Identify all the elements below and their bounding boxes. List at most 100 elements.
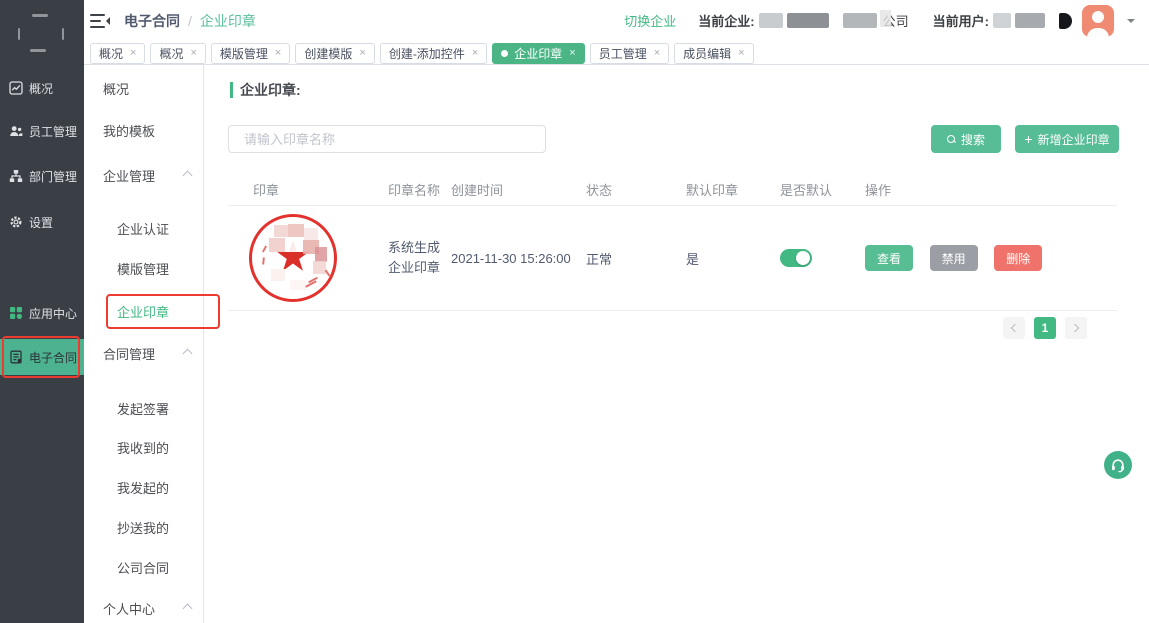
col-header-default-seal: 默认印章: [686, 180, 780, 199]
redacted-company-name: [759, 13, 783, 28]
seal-name-search-input[interactable]: [228, 125, 546, 153]
next-page-button[interactable]: [1065, 317, 1087, 339]
disable-button[interactable]: 禁用: [930, 245, 978, 271]
secondary-sidebar: 概况 我的模板 企业管理 企业认证 模版管理 企业印章 合同管理 发起签署 我收…: [84, 65, 204, 623]
tab-template-management[interactable]: 模版管理×: [211, 43, 290, 64]
seal-table: 印章 印章名称 创建时间 状态 默认印章 是否默认 操作 ★: [228, 174, 1117, 311]
tab-create-template[interactable]: 创建模版×: [295, 43, 374, 64]
submenu-enterprise-certification[interactable]: 企业认证: [117, 218, 169, 238]
col-header-actions: 操作: [865, 180, 1117, 199]
add-enterprise-seal-button[interactable]: + 新增企业印章: [1015, 125, 1119, 153]
tab-employee-management[interactable]: 员工管理×: [590, 43, 669, 64]
breadcrumb-root[interactable]: 电子合同: [124, 11, 180, 31]
submenu-company-contracts[interactable]: 公司合同: [117, 557, 169, 577]
main-content: 企业印章: 搜索 + 新增企业印章 印章 印章名称 创建时间 状态 默认印章 是…: [204, 65, 1149, 623]
delete-button[interactable]: 删除: [994, 245, 1042, 271]
close-icon[interactable]: ×: [654, 48, 660, 59]
sidebar-item-overview[interactable]: 概况: [0, 78, 84, 98]
user-avatar[interactable]: [1082, 5, 1114, 37]
current-company-label: 当前企业:: [698, 11, 754, 30]
chevron-up-icon[interactable]: [183, 604, 193, 614]
col-header-seal: 印章: [228, 180, 388, 199]
close-icon[interactable]: ×: [190, 48, 196, 59]
submenu-personal-center[interactable]: 个人中心: [103, 598, 155, 618]
pagination: 1: [1003, 317, 1087, 339]
customer-service-fab[interactable]: [1104, 451, 1132, 479]
current-user: 当前用户:: [933, 5, 1135, 37]
sidebar-item-label: 设置: [29, 214, 53, 231]
sidebar-item-employees[interactable]: 员工管理: [0, 121, 84, 141]
tab-create-add-widget[interactable]: 创建-添加控件×: [380, 43, 487, 64]
top-navbar: 电子合同 / 企业印章 切换企业 当前企业: 公司 当前用户:: [84, 0, 1149, 41]
submenu-template-management[interactable]: 模版管理: [117, 258, 169, 278]
sidebar-item-settings[interactable]: 设置: [0, 212, 84, 232]
page-title: 企业印章:: [230, 80, 301, 100]
submenu-initiate-signing[interactable]: 发起签署: [117, 398, 169, 418]
submenu-overview[interactable]: 概况: [103, 78, 129, 98]
redacted-company-name: [843, 13, 877, 28]
toggle-knob: [796, 251, 810, 265]
col-header-status: 状态: [586, 180, 686, 199]
submenu-enterprise-management[interactable]: 企业管理: [103, 165, 155, 185]
close-icon[interactable]: ×: [569, 48, 575, 59]
submenu-enterprise-seal[interactable]: 企业印章: [117, 301, 169, 321]
submenu-my-templates[interactable]: 我的模板: [103, 120, 155, 140]
page-1-button[interactable]: 1: [1034, 317, 1056, 339]
current-company: 当前企业: 公司: [698, 11, 908, 30]
sidebar-item-label: 应用中心: [29, 305, 77, 322]
tab-member-edit[interactable]: 成员编辑×: [674, 43, 753, 64]
company-name-suffix: 公司: [883, 11, 909, 30]
tab-overview-1[interactable]: 概况×: [90, 43, 145, 64]
chevron-left-icon: [1011, 324, 1019, 332]
close-icon[interactable]: ×: [275, 48, 281, 59]
app-center-icon: [9, 306, 23, 320]
sidebar-item-e-contract[interactable]: 电子合同: [0, 339, 84, 375]
close-icon[interactable]: ×: [130, 48, 136, 59]
tab-overview-2[interactable]: 概况×: [150, 43, 205, 64]
sidebar-collapse-icon[interactable]: [90, 13, 110, 29]
chevron-up-icon[interactable]: [183, 349, 193, 359]
sidebar-item-label: 电子合同: [29, 349, 77, 366]
submenu-initiated-by-me[interactable]: 我发起的: [117, 477, 169, 497]
tab-enterprise-seal[interactable]: 企业印章×: [492, 43, 584, 64]
sidebar-item-label: 概况: [29, 80, 53, 97]
close-icon[interactable]: ×: [472, 48, 478, 59]
prev-page-button[interactable]: [1003, 317, 1025, 339]
redacted-user-name: [1015, 13, 1045, 28]
employees-icon: [9, 124, 23, 138]
close-icon[interactable]: ×: [738, 48, 744, 59]
headset-icon: [1110, 457, 1126, 473]
departments-icon: [9, 169, 23, 183]
seal-image: ★: [249, 214, 337, 302]
sidebar-item-departments[interactable]: 部门管理: [0, 166, 84, 186]
default-toggle[interactable]: [780, 249, 812, 267]
col-header-seal-name: 印章名称: [388, 180, 451, 199]
seal-name-cell: 系统生成 企业印章: [388, 238, 451, 278]
chevron-right-icon: [1071, 324, 1079, 332]
created-time-cell: 2021-11-30 15:26:00: [451, 251, 586, 266]
col-header-is-default: 是否默认: [780, 180, 865, 199]
view-button[interactable]: 查看: [865, 245, 913, 271]
breadcrumb: 电子合同 / 企业印章: [124, 11, 256, 31]
search-button[interactable]: 搜索: [931, 125, 1001, 153]
table-header-row: 印章 印章名称 创建时间 状态 默认印章 是否默认 操作: [228, 174, 1117, 206]
user-menu-caret-icon[interactable]: [1127, 19, 1135, 27]
chevron-up-icon[interactable]: [183, 171, 193, 181]
contract-icon: [9, 350, 23, 364]
search-icon: [947, 135, 956, 144]
sidebar-item-app-center[interactable]: 应用中心: [0, 303, 84, 323]
default-seal-cell: 是: [686, 249, 780, 268]
submenu-cc-to-me[interactable]: 抄送我的: [117, 517, 169, 537]
switch-company-link[interactable]: 切换企业: [624, 11, 676, 30]
close-icon[interactable]: ×: [359, 48, 365, 59]
status-cell: 正常: [586, 249, 686, 268]
app-logo: [18, 12, 64, 54]
primary-sidebar: 概况 员工管理 部门管理 设置 应用中心 电子合同: [0, 0, 84, 623]
tag-view-bar: 概况× 概况× 模版管理× 创建模版× 创建-添加控件× 企业印章× 员工管理×…: [84, 41, 1149, 65]
submenu-contract-management[interactable]: 合同管理: [103, 343, 155, 363]
current-user-label: 当前用户:: [933, 11, 989, 30]
submenu-received[interactable]: 我收到的: [117, 437, 169, 457]
sidebar-item-label: 部门管理: [29, 168, 77, 185]
redacted-company-name: [787, 13, 829, 28]
breadcrumb-current: 企业印章: [200, 11, 256, 31]
